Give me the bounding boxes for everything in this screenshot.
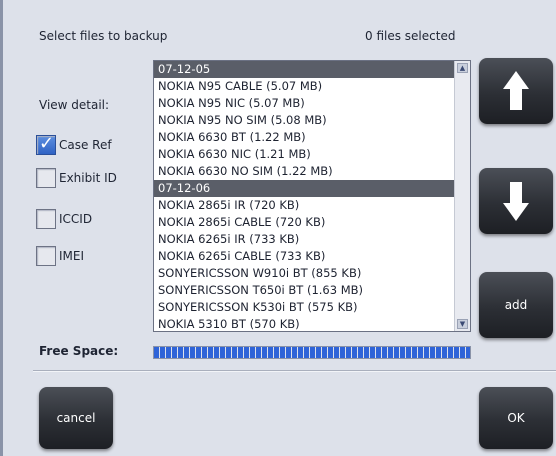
file-list-item[interactable]: NOKIA 6630 BT (1.22 MB) bbox=[154, 129, 455, 146]
checkbox-box[interactable] bbox=[36, 246, 56, 266]
add-button[interactable]: add bbox=[479, 272, 553, 338]
cancel-button[interactable]: cancel bbox=[39, 387, 113, 449]
file-list-item[interactable]: SONYERICSSON K530i BT (575 KB) bbox=[154, 299, 455, 316]
file-list-item[interactable]: SONYERICSSON T650i BT (1.63 MB) bbox=[154, 282, 455, 299]
file-list-item[interactable]: NOKIA N95 NO SIM (5.08 MB) bbox=[154, 112, 455, 129]
file-list-item[interactable]: NOKIA 2865i CABLE (720 KB) bbox=[154, 214, 455, 231]
scroll-down-icon[interactable]: ▼ bbox=[457, 319, 468, 329]
file-list-item[interactable]: NOKIA 5310 BT (570 KB) bbox=[154, 316, 455, 331]
iccid-checkbox[interactable]: ICCID bbox=[36, 208, 92, 230]
move-down-button[interactable] bbox=[479, 168, 553, 234]
checkbox-label: Exhibit ID bbox=[59, 171, 117, 185]
file-list-item[interactable]: NOKIA 6630 NO SIM (1.22 MB) bbox=[154, 163, 455, 180]
selection-count: 0 files selected bbox=[365, 29, 456, 43]
case-ref-checkbox[interactable]: ✓ Case Ref bbox=[36, 133, 112, 156]
backup-dialog: Select files to backup 0 files selected … bbox=[0, 0, 556, 456]
view-detail-label: View detail: bbox=[39, 98, 110, 112]
file-list[interactable]: 07-12-05 NOKIA N95 CABLE (5.07 MB) NOKIA N… bbox=[153, 60, 471, 332]
checkbox-label: ICCID bbox=[59, 212, 93, 226]
checkbox-label: Case Ref bbox=[59, 138, 112, 152]
imei-checkbox[interactable]: IMEI bbox=[36, 245, 84, 267]
arrow-down-icon bbox=[503, 181, 529, 221]
date-group-header[interactable]: 07-12-05 bbox=[154, 61, 455, 78]
free-space-label: Free Space: bbox=[39, 344, 119, 358]
checkbox-label: IMEI bbox=[59, 249, 85, 263]
file-list-scrollbar[interactable]: ▲ ▼ bbox=[454, 61, 470, 331]
free-space-bar bbox=[153, 346, 471, 359]
file-list-item[interactable]: NOKIA N95 CABLE (5.07 MB) bbox=[154, 78, 455, 95]
ok-button[interactable]: OK bbox=[479, 387, 553, 449]
dialog-title: Select files to backup bbox=[39, 29, 168, 43]
check-icon: ✓ bbox=[39, 133, 55, 154]
checkbox-box[interactable] bbox=[36, 209, 56, 229]
file-list-item[interactable]: NOKIA 6630 NIC (1.21 MB) bbox=[154, 146, 455, 163]
divider bbox=[33, 370, 556, 372]
checkbox-box[interactable] bbox=[36, 168, 56, 188]
file-list-rows: 07-12-05 NOKIA N95 CABLE (5.07 MB) NOKIA N… bbox=[154, 61, 455, 331]
file-list-item[interactable]: NOKIA 6265i IR (733 KB) bbox=[154, 231, 455, 248]
arrow-up-icon bbox=[503, 71, 529, 111]
date-group-header[interactable]: 07-12-06 bbox=[154, 180, 455, 197]
exhibit-id-checkbox[interactable]: Exhibit ID bbox=[36, 167, 117, 189]
file-list-item[interactable]: NOKIA N95 NIC (5.07 MB) bbox=[154, 95, 455, 112]
file-list-item[interactable]: NOKIA 6265i CABLE (733 KB) bbox=[154, 248, 455, 265]
file-list-item[interactable]: NOKIA 2865i IR (720 KB) bbox=[154, 197, 455, 214]
checkbox-box[interactable]: ✓ bbox=[36, 133, 56, 155]
scroll-up-icon[interactable]: ▲ bbox=[457, 63, 468, 73]
move-up-button[interactable] bbox=[479, 58, 553, 124]
file-list-item[interactable]: SONYERICSSON W910i BT (855 KB) bbox=[154, 265, 455, 282]
